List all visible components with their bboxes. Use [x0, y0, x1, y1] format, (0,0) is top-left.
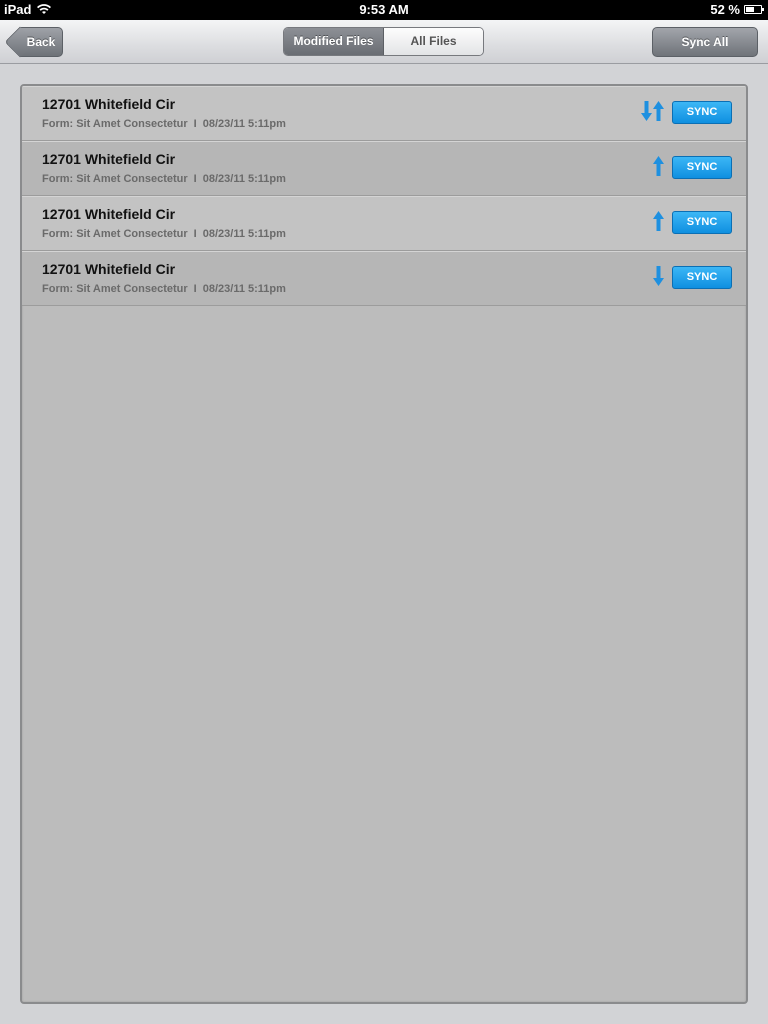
sync-direction	[653, 266, 664, 288]
upload-arrow-icon	[653, 156, 664, 178]
segment-all-files[interactable]: All Files	[384, 28, 483, 55]
upload-arrow-icon	[653, 211, 664, 233]
status-bar: iPad 9:53 AM 52 %	[0, 0, 768, 20]
sync-button[interactable]: SYNC	[672, 266, 732, 289]
file-list: 12701 Whitefield Cir Form: Sit Amet Conse…	[20, 84, 748, 1004]
file-title: 12701 Whitefield Cir	[42, 96, 176, 112]
upload-arrow-icon	[653, 101, 664, 123]
list-item[interactable]: 12701 Whitefield Cir Form: Sit Amet Conse…	[22, 251, 746, 306]
file-date: 08/23/11 5:11pm	[202, 173, 286, 185]
sync-direction	[653, 156, 664, 178]
file-subtitle: Form: Sit Amet Consectetur I 08/23/11 5:11…	[42, 228, 286, 240]
file-form: Form: Sit Amet Consectetur	[42, 173, 188, 185]
subtitle-separator: I	[193, 118, 197, 130]
file-form: Form: Sit Amet Consectetur	[42, 118, 188, 130]
sync-direction	[653, 211, 664, 233]
list-item[interactable]: 12701 Whitefield Cir Form: Sit Amet Conse…	[22, 86, 746, 141]
navigation-bar: Back Modified Files All Files Sync All	[0, 20, 768, 64]
subtitle-separator: I	[193, 228, 197, 240]
battery-icon	[744, 5, 764, 14]
download-arrow-icon	[653, 266, 664, 288]
file-form: Form: Sit Amet Consectetur	[42, 228, 188, 240]
file-subtitle: Form: Sit Amet Consectetur I 08/23/11 5:11…	[42, 173, 286, 185]
subtitle-separator: I	[193, 283, 197, 295]
file-subtitle: Form: Sit Amet Consectetur I 08/23/11 5:11…	[42, 283, 286, 295]
file-date: 08/23/11 5:11pm	[202, 228, 286, 240]
download-arrow-icon	[641, 101, 652, 123]
file-date: 08/23/11 5:11pm	[202, 283, 286, 295]
file-form: Form: Sit Amet Consectetur	[42, 283, 188, 295]
list-item[interactable]: 12701 Whitefield Cir Form: Sit Amet Conse…	[22, 141, 746, 196]
subtitle-separator: I	[193, 173, 197, 185]
sync-direction	[641, 101, 664, 123]
back-button-label: Back	[26, 35, 56, 49]
sync-button[interactable]: SYNC	[672, 156, 732, 179]
file-title: 12701 Whitefield Cir	[42, 206, 176, 222]
clock: 9:53 AM	[359, 2, 409, 17]
list-item[interactable]: 12701 Whitefield Cir Form: Sit Amet Conse…	[22, 196, 746, 251]
file-title: 12701 Whitefield Cir	[42, 261, 176, 277]
file-filter-segmented-control: Modified Files All Files	[283, 27, 484, 56]
file-date: 08/23/11 5:11pm	[202, 118, 286, 130]
sync-button[interactable]: SYNC	[672, 101, 732, 124]
file-subtitle: Form: Sit Amet Consectetur I 08/23/11 5:11…	[42, 118, 286, 130]
sync-all-button[interactable]: Sync All	[652, 27, 758, 57]
file-title: 12701 Whitefield Cir	[42, 151, 176, 167]
back-button[interactable]: Back	[20, 27, 63, 57]
segment-modified-files[interactable]: Modified Files	[284, 28, 384, 55]
sync-button[interactable]: SYNC	[672, 211, 732, 234]
battery-percent: 52 %	[710, 2, 740, 17]
